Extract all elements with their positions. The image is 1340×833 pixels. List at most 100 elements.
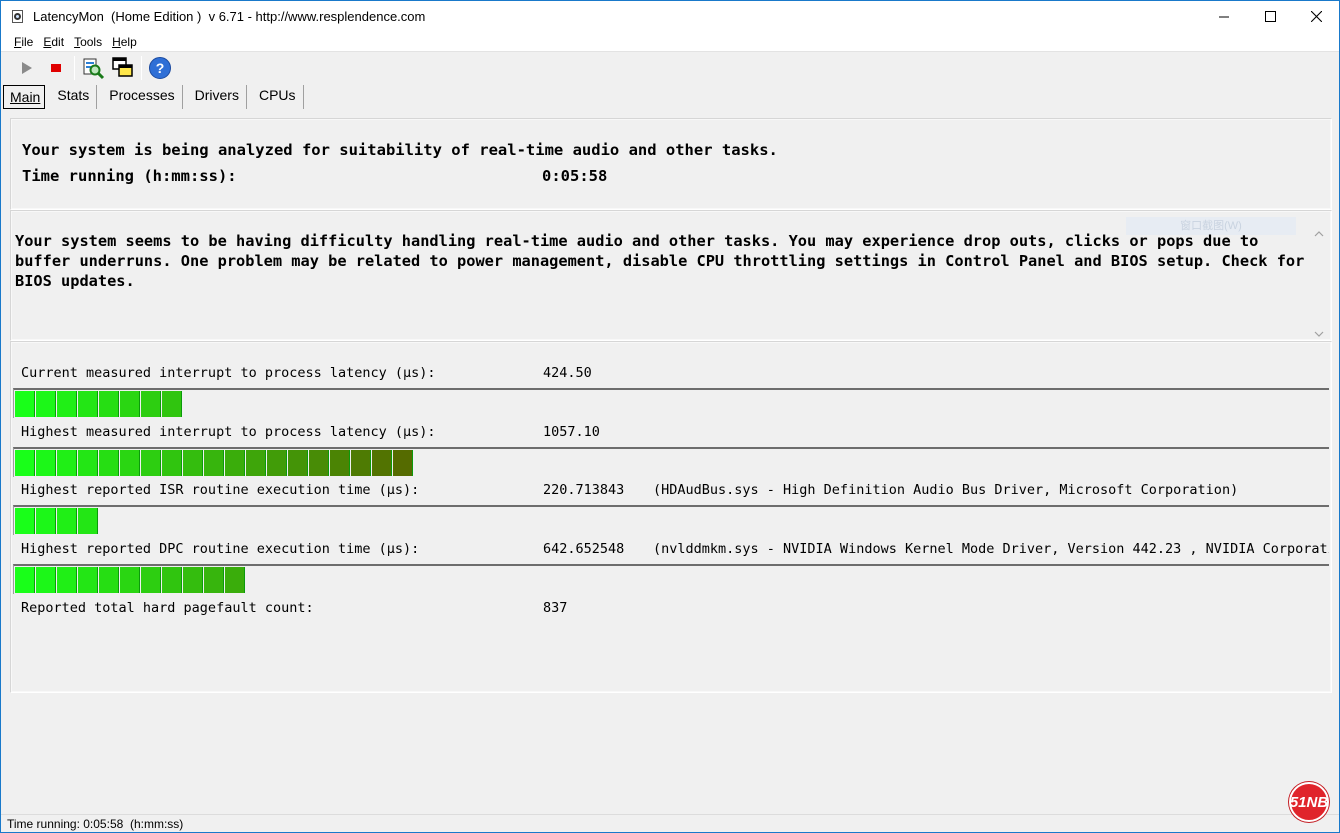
- tab-stats[interactable]: Stats: [50, 85, 98, 109]
- menu-tools[interactable]: Tools: [67, 35, 109, 49]
- meter-segment: [162, 450, 182, 476]
- tab-cpus-label: CPUs: [258, 87, 296, 103]
- window-controls: [1201, 1, 1339, 32]
- status-bar: Time running: 0:05:58 (h:mm:ss): [1, 814, 1339, 832]
- meter-segment: [330, 450, 350, 476]
- maximize-button[interactable]: [1247, 1, 1293, 32]
- meter-segment: [204, 450, 224, 476]
- isr-time-value: 220.713843: [543, 482, 625, 498]
- dpc-time-value: 642.652548: [543, 541, 625, 557]
- meter-segment: [183, 450, 203, 476]
- menu-file-label: ile: [21, 34, 34, 49]
- meter-segment: [120, 391, 140, 417]
- menu-file[interactable]: File: [7, 35, 40, 49]
- close-icon: [1310, 11, 1322, 22]
- pagefault-value: 837: [543, 600, 568, 616]
- menu-edit[interactable]: Edit: [36, 35, 71, 49]
- stop-button[interactable]: [41, 54, 71, 82]
- meter-segment: [183, 567, 203, 593]
- latencymon-app-icon: [11, 9, 25, 24]
- title-bar[interactable]: LatencyMon (Home Edition ) v 6.71 - http…: [1, 1, 1339, 32]
- meter-segment: [204, 567, 224, 593]
- windows-button[interactable]: [108, 54, 138, 82]
- tab-main-label: Main: [10, 89, 41, 105]
- meter-segment: [120, 567, 140, 593]
- pagefault-label: Reported total hard pagefault count:: [21, 600, 314, 616]
- play-icon: [22, 62, 32, 74]
- message-scrollbar[interactable]: [1313, 229, 1325, 339]
- tab-processes-label: Processes: [109, 87, 175, 103]
- meter-segment: [57, 391, 77, 417]
- toolbar-separator: [74, 56, 75, 80]
- isr-time-label: Highest reported ISR routine execution t…: [21, 482, 420, 498]
- meter-segment: [141, 567, 161, 593]
- time-running-value: 0:05:58: [542, 167, 608, 185]
- analysis-status-text: Your system is being analyzed for suitab…: [22, 141, 778, 159]
- meter-segment: [141, 450, 161, 476]
- close-button[interactable]: [1293, 1, 1339, 32]
- dpc-driver-text: (nvlddmkm.sys - NVIDIA Windows Kernel Mo…: [653, 541, 1329, 557]
- window-title: LatencyMon (Home Edition ) v 6.71 - http…: [33, 9, 426, 24]
- highest-latency-value: 1057.10: [543, 424, 600, 440]
- summary-panel: Your system is being analyzed for suitab…: [10, 118, 1332, 210]
- meter-segment: [15, 391, 35, 417]
- isr-driver-text: (HDAudBus.sys - High Definition Audio Bu…: [653, 482, 1239, 498]
- message-panel: 窗口截图(W) Your system seems to be having d…: [10, 210, 1332, 341]
- menu-help-label: elp: [120, 34, 137, 49]
- current-latency-value: 424.50: [543, 365, 592, 381]
- analyze-icon: [83, 58, 105, 80]
- isr-time-meter: [13, 505, 1329, 535]
- help-icon: ?: [149, 57, 171, 79]
- meter-segment: [162, 567, 182, 593]
- meter-segment: [99, 391, 119, 417]
- meter-segment: [288, 450, 308, 476]
- meter-segment: [78, 508, 98, 534]
- tab-main[interactable]: Main: [3, 85, 46, 109]
- tab-drivers[interactable]: Drivers: [188, 85, 247, 109]
- tab-processes[interactable]: Processes: [102, 85, 183, 109]
- menu-tools-label: ools: [80, 34, 103, 49]
- tab-cpus[interactable]: CPUs: [252, 85, 304, 109]
- meter-segment: [309, 450, 329, 476]
- meter-segment: [120, 450, 140, 476]
- highest-latency-label: Highest measured interrupt to process la…: [21, 424, 436, 440]
- minimize-icon: [1218, 16, 1229, 18]
- meter-segment: [99, 450, 119, 476]
- meter-segment: [36, 450, 56, 476]
- menu-help-accel: H: [112, 34, 121, 49]
- meter-segment: [225, 450, 245, 476]
- latencymon-window: LatencyMon (Home Edition ) v 6.71 - http…: [0, 0, 1340, 833]
- menu-edit-label: dit: [51, 34, 65, 49]
- meter-segment: [15, 450, 35, 476]
- stop-icon: [51, 64, 61, 72]
- toolbar: ?: [1, 53, 1339, 83]
- menu-help[interactable]: Help: [105, 35, 144, 49]
- meter-segment: [15, 567, 35, 593]
- meter-segment: [141, 391, 161, 417]
- tab-drivers-label: Drivers: [194, 87, 239, 103]
- meter-segment: [57, 450, 77, 476]
- windows-icon: [112, 57, 133, 77]
- meter-segment: [36, 508, 56, 534]
- analyze-button[interactable]: [78, 54, 108, 82]
- meter-segment: [15, 508, 35, 534]
- toolbar-separator: [141, 56, 142, 80]
- meter-segment: [36, 567, 56, 593]
- meter-segment: [162, 391, 182, 417]
- scroll-up-icon[interactable]: [1313, 229, 1325, 239]
- dpc-time-label: Highest reported DPC routine execution t…: [21, 541, 420, 557]
- minimize-button[interactable]: [1201, 1, 1247, 32]
- maximize-icon: [1264, 11, 1276, 22]
- menu-bar: File Edit Tools Help: [1, 32, 1339, 52]
- svg-text:?: ?: [156, 60, 165, 76]
- meter-segment: [78, 391, 98, 417]
- help-button[interactable]: ?: [145, 54, 175, 82]
- time-running-label: Time running (h:mm:ss):: [22, 167, 237, 185]
- current-latency-label: Current measured interrupt to process la…: [21, 365, 436, 381]
- start-button[interactable]: [11, 54, 41, 82]
- scroll-down-icon[interactable]: [1313, 329, 1325, 339]
- diagnosis-message: Your system seems to be having difficult…: [15, 232, 1305, 290]
- tab-stats-label: Stats: [57, 87, 90, 103]
- meter-segment: [267, 450, 287, 476]
- watermark-badge: 51NB: [1289, 782, 1329, 822]
